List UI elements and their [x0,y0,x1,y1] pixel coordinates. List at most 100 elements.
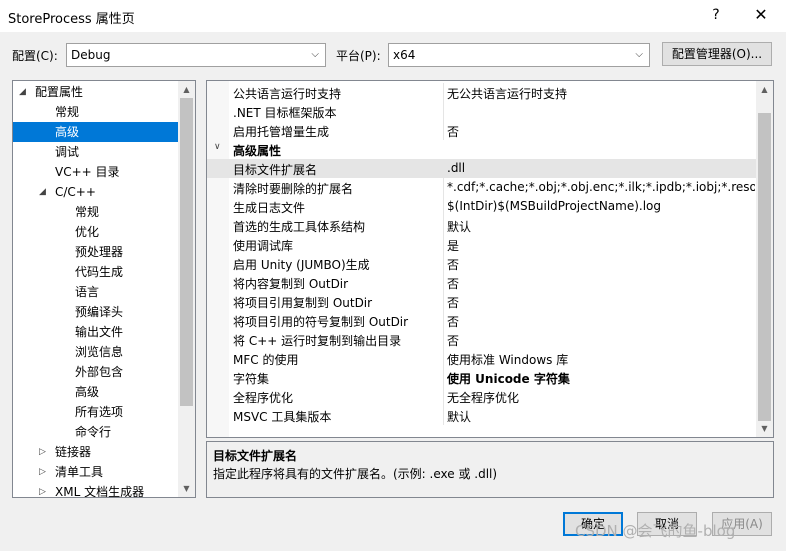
tree-item[interactable]: ◢ 配置属性 [13,82,179,102]
scroll-up-icon[interactable]: ▲ [178,81,195,98]
tree-item[interactable]: 代码生成 [13,262,179,282]
tree-item[interactable]: 语言 [13,282,179,302]
property-value[interactable]: 是 [447,237,755,254]
description-text: 指定此程序将具有的文件扩展名。(示例: .exe 或 .dll) [213,467,498,481]
property-value[interactable]: 默认 [447,218,755,235]
property-name: 启用 Unity (JUMBO)生成 [233,258,370,272]
property-value[interactable]: 使用标准 Windows 库 [447,351,755,368]
column-separator [443,216,444,235]
property-value[interactable]: 否 [447,275,755,292]
config-manager-button[interactable]: 配置管理器(O)... [662,42,772,66]
property-value[interactable]: 否 [447,256,755,273]
tree-item[interactable]: 常规 [13,202,179,222]
property-value[interactable]: 无公共语言运行时支持 [447,85,755,102]
scroll-thumb[interactable] [758,113,771,421]
column-separator [443,102,444,121]
property-name: 将项目引用复制到 OutDir [233,296,373,310]
tree-item[interactable]: 预处理器 [13,242,179,262]
scroll-down-icon[interactable]: ▼ [178,480,195,497]
help-button[interactable]: ? [705,4,727,26]
scroll-up-icon[interactable]: ▲ [756,81,773,98]
scroll-thumb[interactable] [180,98,193,406]
property-row[interactable]: 字符集 使用 Unicode 字符集 [207,368,758,387]
close-button[interactable]: ✕ [750,4,772,26]
property-row[interactable]: 目标文件扩展名 .dll [207,159,758,178]
tree-item-label: 代码生成 [75,265,124,279]
property-row[interactable]: 启用托管增量生成 否 [207,121,758,140]
property-value[interactable]: 否 [447,332,755,349]
tree-item[interactable]: 所有选项 [13,402,179,422]
collapsed-arrow-icon[interactable]: ▷ [39,482,46,497]
scroll-down-icon[interactable]: ▼ [756,420,773,437]
column-separator [443,273,444,292]
expanded-arrow-icon[interactable]: ◢ [19,82,26,102]
tree-item-label: 高级 [75,385,100,399]
expanded-arrow-icon[interactable]: ◢ [39,182,46,202]
column-separator [443,292,444,311]
configuration-bar: 配置(C): Debug ⌵ 平台(P): x64 ⌵ 配置管理器(O)... [0,40,786,70]
property-row[interactable]: .NET 目标框架版本 [207,102,758,121]
tree-item-label: 命令行 [75,425,112,439]
property-row[interactable]: 将内容复制到 OutDir 否 [207,273,758,292]
tree-item[interactable]: 调试 [13,142,179,162]
tree-item[interactable]: 预编译头 [13,302,179,322]
property-value[interactable]: 使用 Unicode 字符集 [447,370,755,387]
tree-item[interactable]: 高级 [13,382,179,402]
tree-item[interactable]: 常规 [13,102,179,122]
config-label: 配置(C): [12,49,58,63]
tree-item-label: 清单工具 [55,465,104,479]
property-pages-dialog: StoreProcess 属性页 ? ✕ 配置(C): Debug ⌵ 平台(P… [0,0,786,551]
property-value[interactable]: 否 [447,123,755,140]
property-row[interactable]: 将项目引用复制到 OutDir 否 [207,292,758,311]
property-value[interactable]: *.cdf;*.cache;*.obj;*.obj.enc;*.ilk;*.ip… [447,180,755,194]
config-dropdown[interactable]: Debug ⌵ [66,43,326,67]
property-value[interactable]: $(IntDir)$(MSBuildProjectName).log [447,199,755,213]
collapsed-arrow-icon[interactable]: ▷ [39,462,46,482]
tree-item[interactable]: 浏览信息 [13,342,179,362]
tree-item-label: 外部包含 [75,365,124,379]
tree-scrollbar[interactable]: ▲ ▼ [178,81,195,497]
category-tree[interactable]: ◢ 配置属性 常规 高级 调试 VC++ 目录 ◢ C/C++ 常规 优化 预处理器 代码生成 语言 预编… [12,80,196,498]
column-separator [443,197,444,216]
property-row[interactable]: 公共语言运行时支持 无公共语言运行时支持 [207,83,758,102]
property-row[interactable]: 首选的生成工具体系结构 默认 [207,216,758,235]
grid-scrollbar[interactable]: ▲ ▼ [756,81,773,437]
property-row[interactable]: 将项目引用的符号复制到 OutDir 否 [207,311,758,330]
property-row[interactable]: 生成日志文件 $(IntDir)$(MSBuildProjectName).log [207,197,758,216]
property-value[interactable]: 默认 [447,408,755,425]
tree-item[interactable]: 高级 [13,122,179,142]
property-value[interactable]: 否 [447,294,755,311]
category-row[interactable]: ∨ 高级属性 [207,140,758,159]
property-row[interactable]: 清除时要删除的扩展名 *.cdf;*.cache;*.obj;*.obj.enc;… [207,178,758,197]
column-separator [443,159,444,178]
tree-item[interactable]: ▷ 链接器 [13,442,179,462]
tree-item[interactable]: 命令行 [13,422,179,442]
property-value[interactable]: 否 [447,313,755,330]
property-row[interactable]: 全程序优化 无全程序优化 [207,387,758,406]
property-row[interactable]: 将 C++ 运行时复制到输出目录 否 [207,330,758,349]
property-row[interactable]: 启用 Unity (JUMBO)生成 否 [207,254,758,273]
property-row[interactable]: MFC 的使用 使用标准 Windows 库 [207,349,758,368]
property-value[interactable]: 无全程序优化 [447,389,755,406]
property-grid[interactable]: 公共语言运行时支持 无公共语言运行时支持 .NET 目标框架版本 启用托管增量生成否 ∨… [206,80,774,438]
property-name: 将项目引用的符号复制到 OutDir [233,315,409,329]
tree-item-label: 输出文件 [75,325,124,339]
property-row[interactable]: 使用调试库 是 [207,235,758,254]
tree-item[interactable]: 优化 [13,222,179,242]
tree-item[interactable]: ◢ C/C++ [13,182,179,202]
chevron-down-icon: ⌵ [635,49,643,60]
tree-item-label: 浏览信息 [75,345,124,359]
property-name: .NET 目标框架版本 [233,106,337,120]
property-row[interactable]: MSVC 工具集版本 默认 [207,406,758,425]
tree-item[interactable]: 外部包含 [13,362,179,382]
tree-item[interactable]: ▷ 清单工具 [13,462,179,482]
tree-item[interactable]: VC++ 目录 [13,162,179,182]
tree-item[interactable]: ▷ XML 文档生成器 [13,482,179,497]
collapse-icon[interactable]: ∨ [214,142,221,152]
tree-item-label: VC++ 目录 [55,165,120,179]
property-value[interactable]: .dll [447,161,755,175]
tree-item-label: 预编译头 [75,305,124,319]
tree-item[interactable]: 输出文件 [13,322,179,342]
collapsed-arrow-icon[interactable]: ▷ [39,442,46,462]
platform-dropdown[interactable]: x64 ⌵ [388,43,650,67]
